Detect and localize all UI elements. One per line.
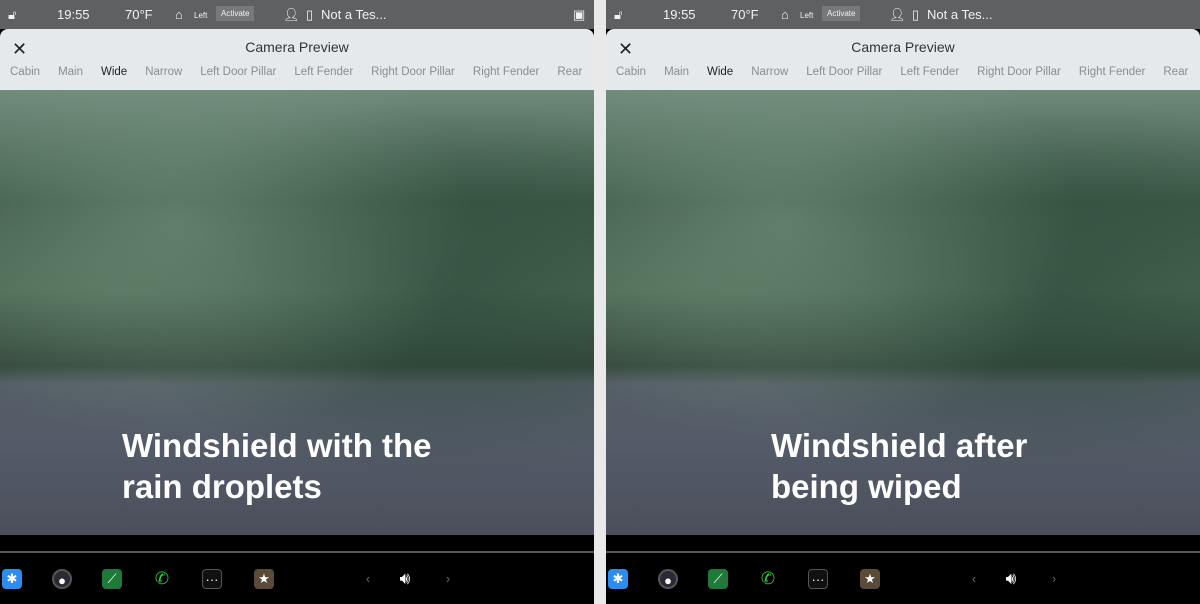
toybox-icon[interactable]: ★	[254, 569, 274, 589]
tab-right-door-pillar[interactable]: Right Door Pillar	[977, 66, 1061, 78]
tab-rear[interactable]: Rear	[1163, 66, 1188, 78]
camera-icon[interactable]: ●	[658, 569, 678, 589]
temperature: 70°F	[731, 7, 759, 22]
tab-left-fender[interactable]: Left Fender	[900, 66, 959, 78]
home-icon[interactable]: ⌂	[781, 7, 789, 22]
chevron-left-icon[interactable]: ‹	[358, 569, 378, 589]
phone-icon[interactable]: ✆	[152, 569, 172, 589]
activate-button[interactable]: Activate	[216, 6, 255, 21]
tab-narrow[interactable]: Narrow	[145, 66, 182, 78]
phone-key-icon: ▯	[912, 7, 920, 22]
camera-tabs: Cabin Main Wide Narrow Left Door Pillar Left …	[10, 66, 594, 78]
caption-line: Windshield with the	[122, 427, 432, 464]
camera-icon[interactable]: ●	[52, 569, 72, 589]
energy-chart-icon[interactable]: ⟋	[708, 569, 728, 589]
phone-icon[interactable]: ✆	[758, 569, 778, 589]
page-title: Camera Preview	[851, 39, 955, 55]
bluetooth-icon[interactable]: ✱	[2, 569, 22, 589]
dock: ✱ ● ⟋ ✆ ··· ★ ‹ 🔊︎ ›	[0, 553, 594, 604]
dock: ✱ ● ⟋ ✆ ··· ★ ‹ 🔊︎ ›	[606, 553, 1200, 604]
toybox-icon[interactable]: ★	[860, 569, 880, 589]
tab-right-fender[interactable]: Right Fender	[473, 66, 539, 78]
car-screen-panel: 🔓︎ 19:55 70°F ⌂ Left Activate 👤︎ ▯ Not a…	[606, 0, 1200, 604]
more-icon[interactable]: ···	[202, 569, 222, 589]
home-icon[interactable]: ⌂	[175, 7, 183, 22]
tab-left-fender[interactable]: Left Fender	[294, 66, 353, 78]
profile-name[interactable]: Not a Tes...	[321, 7, 387, 22]
status-bar: 🔓︎ 19:55 70°F ⌂ Left Activate 👤︎ ▯ Not a…	[0, 0, 594, 29]
tab-main[interactable]: Main	[58, 66, 83, 78]
car-screen-panel: 🔓︎ 19:55 70°F ⌂ Left Activate 👤︎ ▯ Not a…	[0, 0, 594, 604]
tab-main[interactable]: Main	[664, 66, 689, 78]
clock: 19:55	[57, 7, 90, 22]
tab-left-door-pillar[interactable]: Left Door Pillar	[200, 66, 276, 78]
temperature: 70°F	[125, 7, 153, 22]
dashcam-icon[interactable]: ▣	[573, 7, 585, 23]
homelink-label: Left	[194, 11, 208, 20]
chevron-right-icon[interactable]: ›	[438, 569, 458, 589]
bluetooth-icon[interactable]: ✱	[608, 569, 628, 589]
profile-icon[interactable]: 👤︎	[889, 7, 906, 23]
tab-wide[interactable]: Wide	[707, 66, 733, 78]
tab-narrow[interactable]: Narrow	[751, 66, 788, 78]
profile-icon[interactable]: 👤︎	[283, 7, 300, 23]
caption-line: being wiped	[771, 468, 962, 505]
chevron-right-icon[interactable]: ›	[1044, 569, 1064, 589]
tab-cabin[interactable]: Cabin	[616, 66, 646, 78]
page-title: Camera Preview	[245, 39, 349, 55]
tab-rear[interactable]: Rear	[557, 66, 582, 78]
profile-name[interactable]: Not a Tes...	[927, 7, 993, 22]
status-bar: 🔓︎ 19:55 70°F ⌂ Left Activate 👤︎ ▯ Not a…	[606, 0, 1200, 29]
more-icon[interactable]: ···	[808, 569, 828, 589]
caption-line: rain droplets	[122, 468, 322, 505]
camera-feed: Windshield after being wiped	[606, 90, 1200, 535]
tab-right-door-pillar[interactable]: Right Door Pillar	[371, 66, 455, 78]
camera-preview-sheet: ✕ Camera Preview Cabin Main Wide Narrow Left…	[0, 29, 594, 90]
lock-icon[interactable]: 🔓︎	[614, 7, 622, 23]
homelink-label: Left	[800, 11, 814, 20]
camera-feed: Windshield with the rain droplets	[0, 90, 594, 535]
caption-line: Windshield after	[771, 427, 1028, 464]
clock: 19:55	[663, 7, 696, 22]
volume-icon[interactable]: 🔊︎	[1001, 569, 1021, 589]
energy-chart-icon[interactable]: ⟋	[102, 569, 122, 589]
tab-right-fender[interactable]: Right Fender	[1079, 66, 1145, 78]
camera-preview-sheet: ✕ Camera Preview Cabin Main Wide Narrow Left…	[606, 29, 1200, 90]
chevron-left-icon[interactable]: ‹	[964, 569, 984, 589]
tab-left-door-pillar[interactable]: Left Door Pillar	[806, 66, 882, 78]
tab-wide[interactable]: Wide	[101, 66, 127, 78]
activate-button[interactable]: Activate	[822, 6, 861, 21]
camera-tabs: Cabin Main Wide Narrow Left Door Pillar Left …	[616, 66, 1200, 78]
tab-cabin[interactable]: Cabin	[10, 66, 40, 78]
phone-key-icon: ▯	[306, 7, 314, 22]
caption: Windshield with the rain droplets	[122, 425, 432, 507]
caption: Windshield after being wiped	[771, 425, 1027, 507]
lock-icon[interactable]: 🔓︎	[8, 7, 16, 23]
volume-icon[interactable]: 🔊︎	[395, 569, 415, 589]
